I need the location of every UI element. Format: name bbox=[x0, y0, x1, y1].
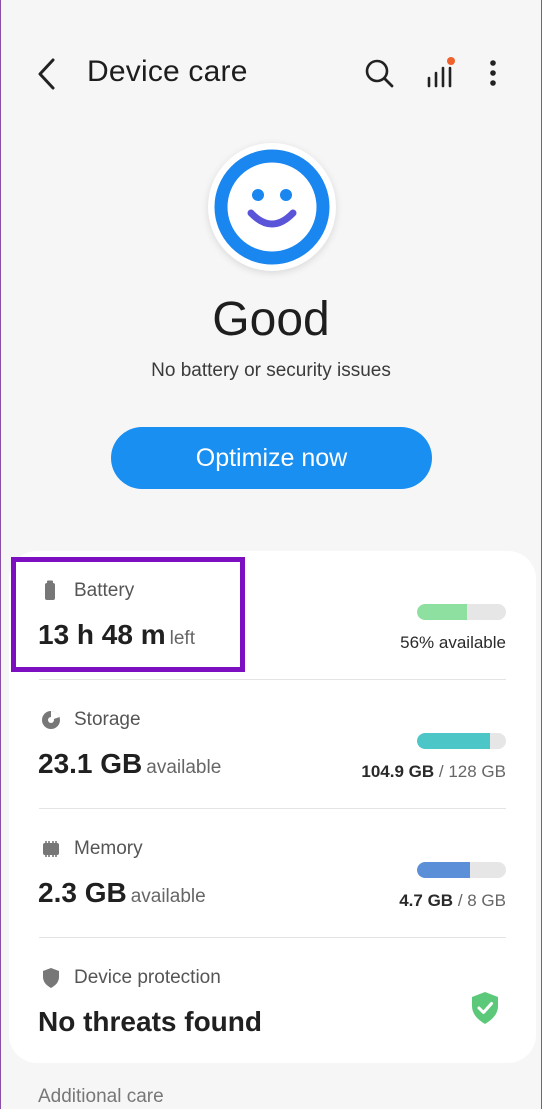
memory-total: / 8 GB bbox=[457, 891, 506, 910]
storage-bar-fill bbox=[417, 733, 490, 749]
memory-usage: 4.7 GB / 8 GB bbox=[399, 891, 506, 911]
storage-value: 23.1 GB available bbox=[38, 748, 221, 780]
search-icon bbox=[365, 59, 394, 88]
device-protection-label: Device protection bbox=[74, 967, 221, 988]
storage-label: Storage bbox=[74, 709, 141, 730]
status-title: Good bbox=[212, 293, 330, 346]
storage-bar bbox=[417, 733, 506, 749]
battery-available: 56% available bbox=[400, 633, 506, 652]
storage-unit: available bbox=[146, 757, 222, 778]
storage-usage: 104.9 GB / 128 GB bbox=[361, 762, 506, 782]
additional-care-heading: Additional care bbox=[38, 1086, 164, 1107]
storage-used: 104.9 GB bbox=[361, 762, 435, 781]
search-button[interactable] bbox=[360, 54, 400, 94]
memory-value: 2.3 GB available bbox=[38, 877, 206, 909]
smiley-face-icon bbox=[214, 149, 330, 265]
diagnostics-button[interactable] bbox=[421, 54, 461, 94]
memory-bar bbox=[417, 862, 506, 878]
more-options-icon bbox=[490, 60, 496, 86]
shield-check-icon bbox=[472, 992, 498, 1024]
memory-row[interactable]: Memory 2.3 GB available 4.7 GB / 8 GB bbox=[9, 809, 536, 937]
page-title: Device care bbox=[87, 55, 248, 88]
storage-pie-icon bbox=[42, 711, 60, 729]
memory-amount: 2.3 GB bbox=[38, 877, 127, 908]
app-bar: Device care bbox=[1, 0, 541, 150]
status-subtitle: No battery or security issues bbox=[151, 360, 391, 381]
device-protection-row[interactable]: Device protection No threats found bbox=[9, 938, 536, 1066]
status-face bbox=[208, 143, 336, 271]
shield-icon bbox=[43, 968, 59, 988]
memory-used: 4.7 GB bbox=[399, 891, 454, 910]
storage-row[interactable]: Storage 23.1 GB available 104.9 GB / 128 … bbox=[9, 680, 536, 808]
signal-bars-icon bbox=[427, 57, 455, 88]
device-protection-value: No threats found bbox=[38, 1006, 262, 1037]
battery-bar-fill bbox=[417, 604, 467, 620]
memory-unit: available bbox=[130, 886, 206, 907]
optimize-now-button[interactable]: Optimize now bbox=[111, 427, 432, 489]
back-arrow-icon bbox=[38, 58, 55, 90]
memory-bar-fill bbox=[417, 862, 470, 878]
battery-highlight-box bbox=[11, 557, 245, 672]
storage-total: / 128 GB bbox=[438, 762, 506, 781]
battery-bar bbox=[417, 604, 506, 620]
back-button[interactable] bbox=[31, 52, 67, 96]
memory-label: Memory bbox=[74, 838, 143, 859]
more-options-button[interactable] bbox=[473, 54, 513, 94]
memory-chip-icon bbox=[43, 841, 59, 857]
storage-amount: 23.1 GB bbox=[38, 748, 143, 779]
